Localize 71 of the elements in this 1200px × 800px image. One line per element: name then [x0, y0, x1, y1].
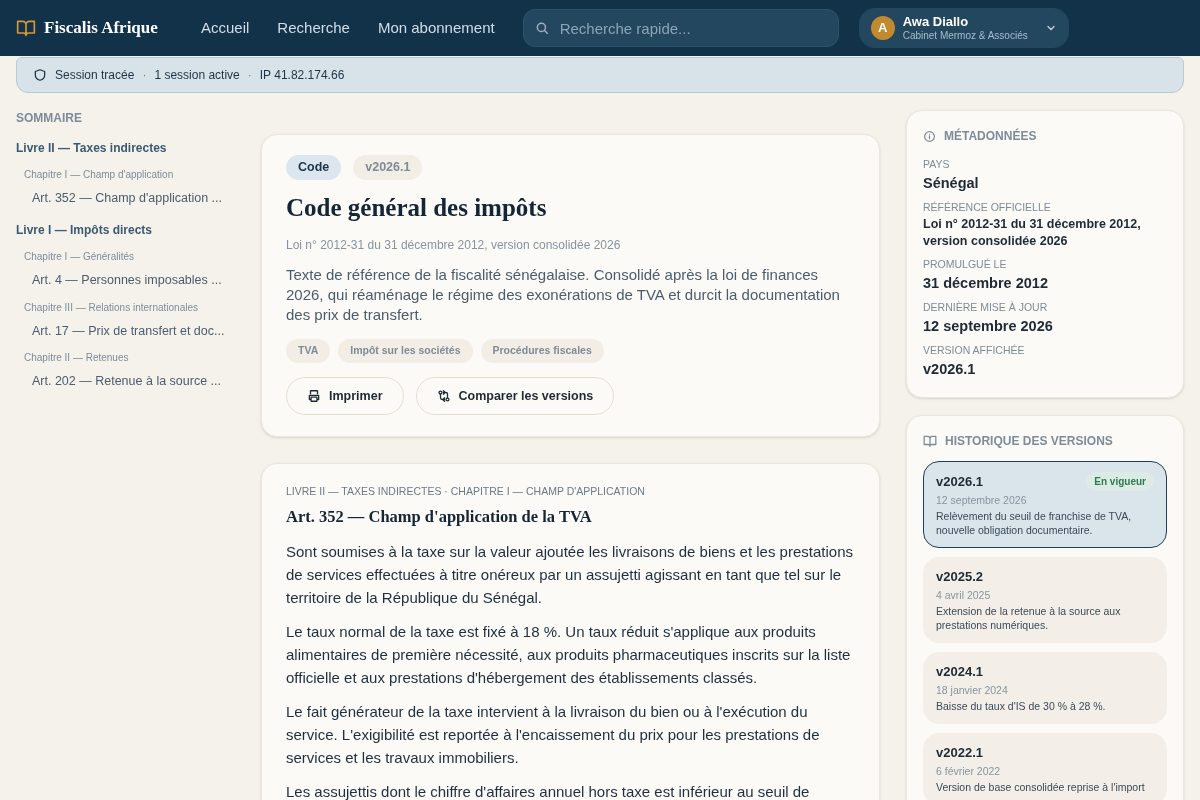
shield-icon: [33, 68, 47, 82]
type-badge: Code: [286, 155, 342, 180]
book-icon: [16, 18, 36, 38]
field-value: v2026.1: [923, 360, 977, 379]
tree-item[interactable]: Art. 17 — Prix de transfert et doc...: [16, 321, 230, 341]
version-item[interactable]: v2024.1 18 janvier 2024 Baisse du taux d'IS de 30 % à 28 %.: [923, 652, 1167, 724]
session-info: Session tracée: [55, 67, 135, 84]
user-menu[interactable]: A Awa Diallo Cabinet Mermoz & Associés: [858, 8, 1069, 48]
field-value: Loi n° 2012-31 du 31 décembre 2012, version consolidée 2026: [923, 216, 1142, 250]
version-note: Relèvement du seuil de franchise de TVA, nouvelle obligation documentaire.: [936, 509, 1133, 537]
tree-item[interactable]: Livre II — Taxes indirectes: [16, 139, 230, 157]
version-item[interactable]: v2025.2 4 avril 2025 Extension de la retenue à la source aux prestations numériques.: [923, 557, 1167, 643]
field-label: DERNIÈRE MISE À JOUR: [923, 300, 1049, 314]
article-paragraph: Le fait générateur de la taxe intervient à la livraison du bien ou à l'exécution du service. L'exigibilité est reportée à l'encaissement du prix pour les prestations de services et les travaux immobiliers.: [286, 701, 821, 768]
tree-item[interactable]: Livre I — Impôts directs: [16, 220, 230, 239]
tree-item[interactable]: Art. 202 — Retenue à la source ...: [16, 372, 230, 391]
version-number: v2022.1: [936, 744, 983, 762]
nav-link[interactable]: Mon abonnement: [377, 16, 495, 40]
field-value: 12 septembre 2026: [923, 317, 1054, 336]
version-number: v2024.1: [936, 663, 983, 681]
search-field[interactable]: Recherche rapide...: [522, 9, 839, 47]
document-title: Code général des impôts: [286, 192, 548, 223]
search-icon: [534, 21, 549, 35]
version-item[interactable]: v2026.1 En vigueur 12 septembre 2026 Relèvement du seuil de franchise de TVA, nouvelle obligation documentaire.: [923, 461, 1167, 548]
info-icon: [923, 129, 936, 143]
article-title: Art. 352 — Champ d'application de la TVA: [286, 505, 593, 528]
print-button[interactable]: Imprimer: [286, 377, 404, 415]
session-info: 1 session active: [154, 67, 240, 84]
version-date: 4 avril 2025: [936, 588, 992, 602]
document-reference: Loi n° 2012-31 du 31 décembre 2012, version consolidée 2026: [286, 237, 622, 255]
user-name: Awa Diallo: [902, 13, 970, 30]
brand-name[interactable]: Fiscalis Afrique: [44, 15, 158, 41]
sidebar-heading: SOMMAIRE: [16, 110, 83, 127]
field-value: 31 décembre 2012: [923, 274, 1049, 293]
version-note: Extension de la retenue à la source aux prestations numériques.: [936, 604, 1122, 632]
field-label: VERSION AFFICHÉE: [923, 343, 1026, 357]
version-badge: v2026.1: [353, 155, 423, 180]
version-date: 6 février 2022: [936, 764, 1002, 778]
version-number: v2025.2: [936, 568, 983, 586]
nav-link[interactable]: Recherche: [277, 16, 350, 40]
document-summary: Texte de référence de la fiscalité sénégalaise. Consolidé après la loi de finances 2026, qui réaménage le régime des exonérations de TVA et durcit la documentation des prix de transfert.: [286, 265, 841, 326]
tree-item[interactable]: Art. 352 — Champ d'application ...: [16, 189, 230, 208]
metadata-heading: MÉTADONNÉES: [944, 127, 1037, 145]
article-paragraph: Sont soumises à la taxe sur la valeur ajoutée les livraisons de biens et les prestations de services effectuées à titre onéreux par un assujetti agissant en tant que tel sur le territoire de la République du Sénégal.: [286, 541, 854, 608]
field-label: PROMULGUÉ LE: [923, 257, 1008, 271]
user-organization: Cabinet Mermoz & Associés: [902, 29, 1028, 43]
history-heading: HISTORIQUE DES VERSIONS: [945, 433, 1113, 450]
tree-item[interactable]: Chapitre I — Généralités: [16, 248, 230, 264]
version-date: 18 janvier 2024: [936, 683, 1009, 697]
article-paragraph: Le taux normal de la taxe est fixé à 18 %. Un taux réduit s'applique aux produits alimentaires de première nécessité, aux produits pharmaceutiques inscrits sur la liste officielle et aux prestations d'hébergement des établissements classés.: [286, 621, 852, 688]
session-info: IP 41.82.174.66: [259, 67, 345, 84]
version-number: v2026.1: [936, 472, 983, 491]
field-label: RÉFÉRENCE OFFICIELLE: [923, 200, 1052, 214]
user-avatar: A: [870, 16, 895, 40]
version-note: Version de base consolidée reprise à l'import: [936, 780, 1146, 794]
separator-dot: ·: [247, 67, 252, 84]
article-paragraph: Les assujettis dont le chiffre d'affaires annuel hors taxe est inférieur au seuil de: [286, 781, 811, 800]
separator-dot: ·: [142, 67, 147, 84]
article-breadcrumb: LIVRE II — TAXES INDIRECTES · CHAPITRE I — CHAMP D'APPLICATION: [286, 484, 646, 499]
book-icon: [923, 434, 937, 448]
tree-item[interactable]: Art. 4 — Personnes imposables ...: [16, 270, 230, 290]
compare-button[interactable]: Comparer les versions: [415, 377, 615, 415]
version-note: Baisse du taux d'IS de 30 % à 28 %.: [936, 699, 1107, 713]
nav-link[interactable]: Accueil: [201, 16, 250, 40]
printer-icon: [307, 389, 321, 403]
field-value: Sénégal: [923, 174, 980, 193]
version-date: 12 septembre 2026: [936, 493, 1028, 507]
compare-arrows-icon: [436, 389, 451, 403]
version-item[interactable]: v2022.1 6 février 2022 Version de base consolidée reprise à l'import: [923, 733, 1167, 800]
field-label: PAYS: [923, 157, 951, 171]
status-badge: En vigueur: [1086, 472, 1154, 491]
